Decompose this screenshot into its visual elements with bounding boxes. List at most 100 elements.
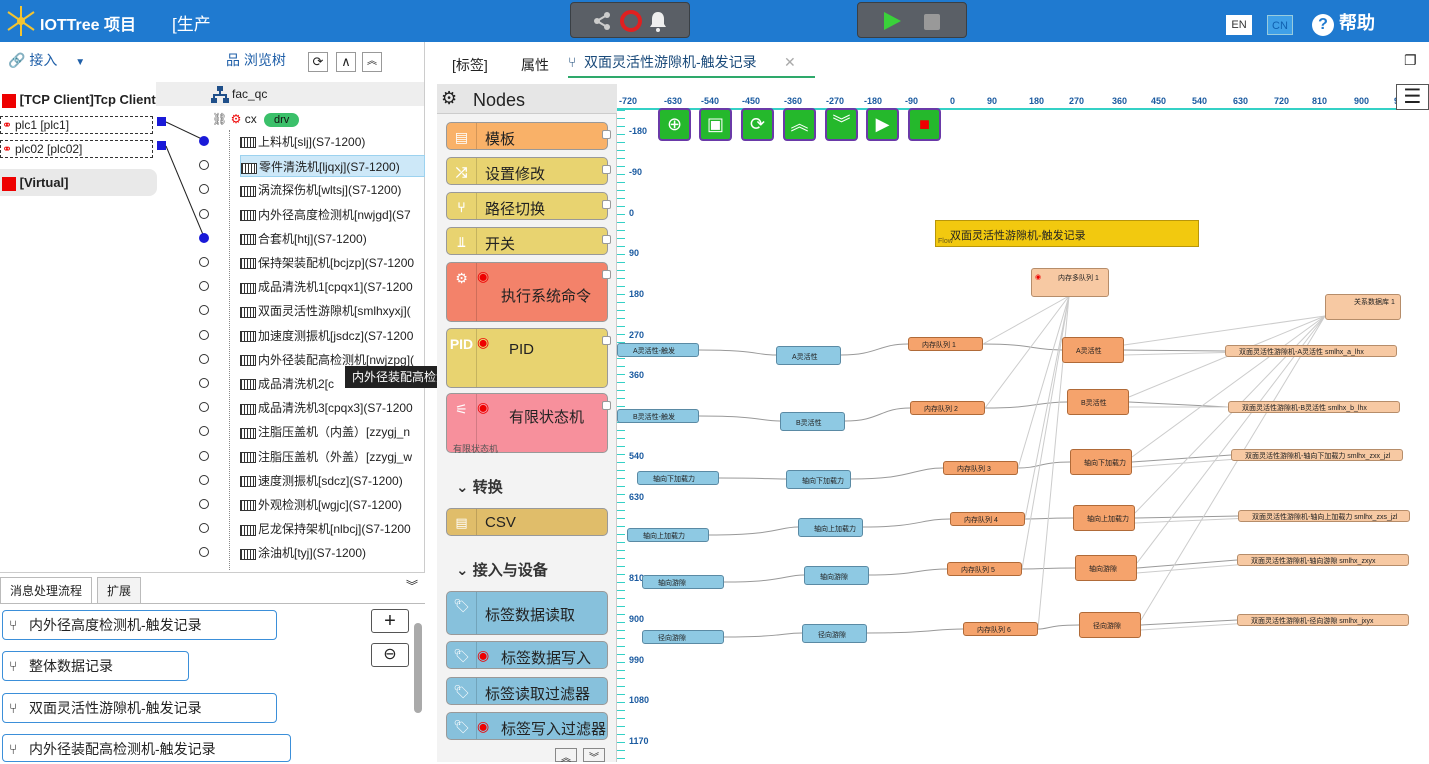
js-node[interactable]: 轴向下加载力 (1070, 449, 1132, 475)
device-row[interactable]: 速度测振机[sdcz](S7-1200) (240, 470, 425, 492)
help-button[interactable]: ? 帮助 (1312, 9, 1375, 36)
palette-node[interactable]: 🏷 ◉ 标签写入过滤器 (446, 712, 608, 740)
port-icon[interactable] (157, 141, 166, 150)
play-icon[interactable] (882, 11, 902, 31)
flow-item[interactable]: ⑂ 内外径高度检测机-触发记录 (2, 610, 277, 640)
tab-tags[interactable]: [标签] (452, 55, 488, 75)
js-node[interactable]: 轴向游隙 (1075, 555, 1137, 581)
window-icon[interactable]: ❐ (1404, 52, 1417, 69)
save-icon[interactable]: ▣ (699, 108, 732, 141)
palette-node[interactable]: ⫫ 开关 (446, 227, 608, 255)
device-row[interactable]: 加速度测振机[jsdcz](S7-1200 (240, 325, 425, 347)
device-link-port[interactable] (199, 450, 209, 461)
move-up-icon[interactable]: ︽ (783, 108, 816, 141)
tag-read-node[interactable]: A灵活性 (776, 346, 841, 365)
device-link-port[interactable] (199, 160, 209, 171)
tag-input-node[interactable]: 轴向游隙 (642, 575, 724, 589)
tag-input-node[interactable]: 径向游隙 (642, 630, 724, 644)
device-row[interactable]: 注脂压盖机（内盖）[zzygj_n (240, 421, 425, 443)
scrollbar[interactable] (414, 623, 422, 713)
device-row[interactable]: 上料机[slj](S7-1200) (240, 131, 425, 153)
memory-queue-node[interactable]: 内存队列 5 (947, 562, 1022, 576)
device-row[interactable]: 成品清洗机3[cpqx3](S7-1200 (240, 397, 425, 419)
device-link-port[interactable] (199, 257, 209, 267)
device-row[interactable]: 涂油机[tyj](S7-1200) (240, 542, 425, 564)
device-row[interactable]: 尼龙保持架机[nlbcj](S7-1200 (240, 518, 425, 540)
output-port[interactable] (602, 270, 611, 279)
device-link-port[interactable] (199, 547, 209, 558)
output-port[interactable] (602, 336, 611, 345)
add-flow-button[interactable]: + (371, 609, 409, 633)
device-link-port[interactable] (199, 136, 209, 146)
target-icon[interactable]: ⊕ (658, 108, 691, 141)
db-insert-node[interactable]: 双面灵活性游隙机-轴向下加载力 smlhx_zxx_jzl (1231, 449, 1403, 461)
memory-queue-node[interactable]: 内存队列 2 (910, 401, 985, 415)
browse-tree[interactable]: 品 浏览树 (226, 50, 286, 70)
flow-title-node[interactable]: 双面灵活性游隙机-触发记录 Flow (935, 220, 1199, 247)
palette-node[interactable]: ⑂ 路径切换 (446, 192, 608, 220)
memory-queue-node[interactable]: 内存队列 4 (950, 512, 1025, 526)
device-link-port[interactable] (199, 474, 209, 485)
chevron-down-icon[interactable]: ▼ (75, 57, 85, 68)
flow-canvas[interactable]: -720 -630 -540 -450 -360 -270 -180 -90 0 90 180 270… (617, 84, 1429, 762)
play-icon[interactable]: ▶ (866, 108, 899, 141)
connect-menu[interactable]: 🔗 接入 ▼ (8, 50, 85, 70)
js-node[interactable]: 径向游隙 (1079, 612, 1141, 638)
connector-tcp[interactable]: [TCP Client]Tcp Client (2, 88, 158, 112)
device-link-port[interactable] (199, 499, 209, 509)
device-row[interactable]: 合套机[htj](S7-1200) (240, 228, 425, 250)
palette-node[interactable]: 🏷 标签读取过滤器 (446, 677, 608, 705)
menu-icon[interactable]: ☰ (1396, 84, 1429, 110)
output-port[interactable] (602, 401, 611, 410)
stop-icon[interactable]: ■ (908, 108, 941, 141)
collapse-all-icon[interactable]: ︽ (362, 52, 382, 72)
tag-read-node[interactable]: 轴向上加载力 (798, 518, 863, 537)
db-insert-node[interactable]: 双面灵活性游隙机-B灵活性 smlhx_b_lhx (1228, 401, 1400, 413)
js-node[interactable]: 轴向上加载力 (1073, 505, 1135, 531)
palette-node[interactable]: ⚙ ◉ 执行系统命令 (446, 262, 608, 322)
tag-read-node[interactable]: 轴向游隙 (804, 566, 869, 585)
output-port[interactable] (602, 200, 611, 209)
device-link-port[interactable] (199, 426, 209, 437)
port-icon[interactable] (157, 117, 166, 126)
lang-en-button[interactable]: EN (1226, 15, 1252, 35)
mem-multi-node[interactable]: ◉ 内存多队列 1 (1031, 268, 1109, 297)
device-link-port[interactable] (199, 523, 209, 534)
device-row[interactable]: 成品清洗机1[cpqx1](S7-1200 (240, 276, 425, 298)
bell-icon[interactable] (647, 9, 669, 33)
connector-virtual[interactable]: [Virtual] (0, 169, 157, 196)
db-insert-node[interactable]: 双面灵活性游隙机-轴向游隙 smlhx_zxyx (1237, 554, 1409, 566)
device-row[interactable]: 保持架装配机[bcjzp](S7-1200 (240, 252, 425, 274)
device-link-port[interactable] (199, 353, 209, 364)
palette-node[interactable]: ⚟ ◉ 有限状态机 有限状态机 (446, 393, 608, 454)
palette-node[interactable]: ⤮ 设置修改 (446, 157, 608, 185)
flow-item[interactable]: ⑂ 双面灵活性游隙机-触发记录 (2, 693, 277, 723)
device-row[interactable]: 外观检测机[wgjc](S7-1200) (240, 494, 425, 516)
section-convert[interactable]: ⌄ 转换 (456, 476, 503, 497)
device-link-port[interactable] (199, 208, 209, 219)
tag-read-node[interactable]: 径向游隙 (802, 624, 867, 643)
connector-plc02[interactable]: ⚭ plc02 [plc02] (0, 140, 153, 158)
chevron-double-down-icon[interactable]: ︾ (406, 577, 418, 594)
memory-queue-node[interactable]: 内存队列 3 (943, 461, 1018, 475)
device-link-port[interactable] (199, 184, 209, 195)
tree-root-row[interactable]: fac_qc (156, 82, 424, 106)
record-icon[interactable] (619, 9, 643, 33)
palette-node[interactable]: 🏷 标签数据读取 (446, 591, 608, 635)
refresh-icon[interactable]: ⟳ (741, 108, 774, 141)
stop-icon[interactable] (924, 14, 940, 30)
device-row[interactable]: 双面灵活性游隙机[smlhxyxj]( (240, 300, 425, 322)
device-row[interactable]: 内外径高度检测机[nwjgd](S7 (240, 204, 425, 226)
tag-input-node[interactable]: 轴向上加载力 (627, 528, 709, 542)
palette-node[interactable]: ▤ 模板 (446, 122, 608, 150)
tag-input-node[interactable]: 轴向下加载力 (637, 471, 719, 485)
channel-row[interactable]: ⛓ ⚙ cx drv (212, 108, 300, 130)
tag-read-node[interactable]: B灵活性 (780, 412, 845, 431)
device-row[interactable]: 注脂压盖机（外盖）[zzygj_w (240, 446, 425, 468)
palette-node[interactable]: ▤ CSV (446, 508, 608, 536)
relational-db-node[interactable]: 关系数据库 1 (1325, 294, 1401, 320)
tab-properties[interactable]: 属性 (521, 55, 549, 75)
flow-item[interactable]: ⑂ 整体数据记录 (2, 651, 189, 681)
collapse-icon[interactable]: ∧ (336, 52, 356, 72)
device-link-port[interactable] (199, 232, 209, 243)
